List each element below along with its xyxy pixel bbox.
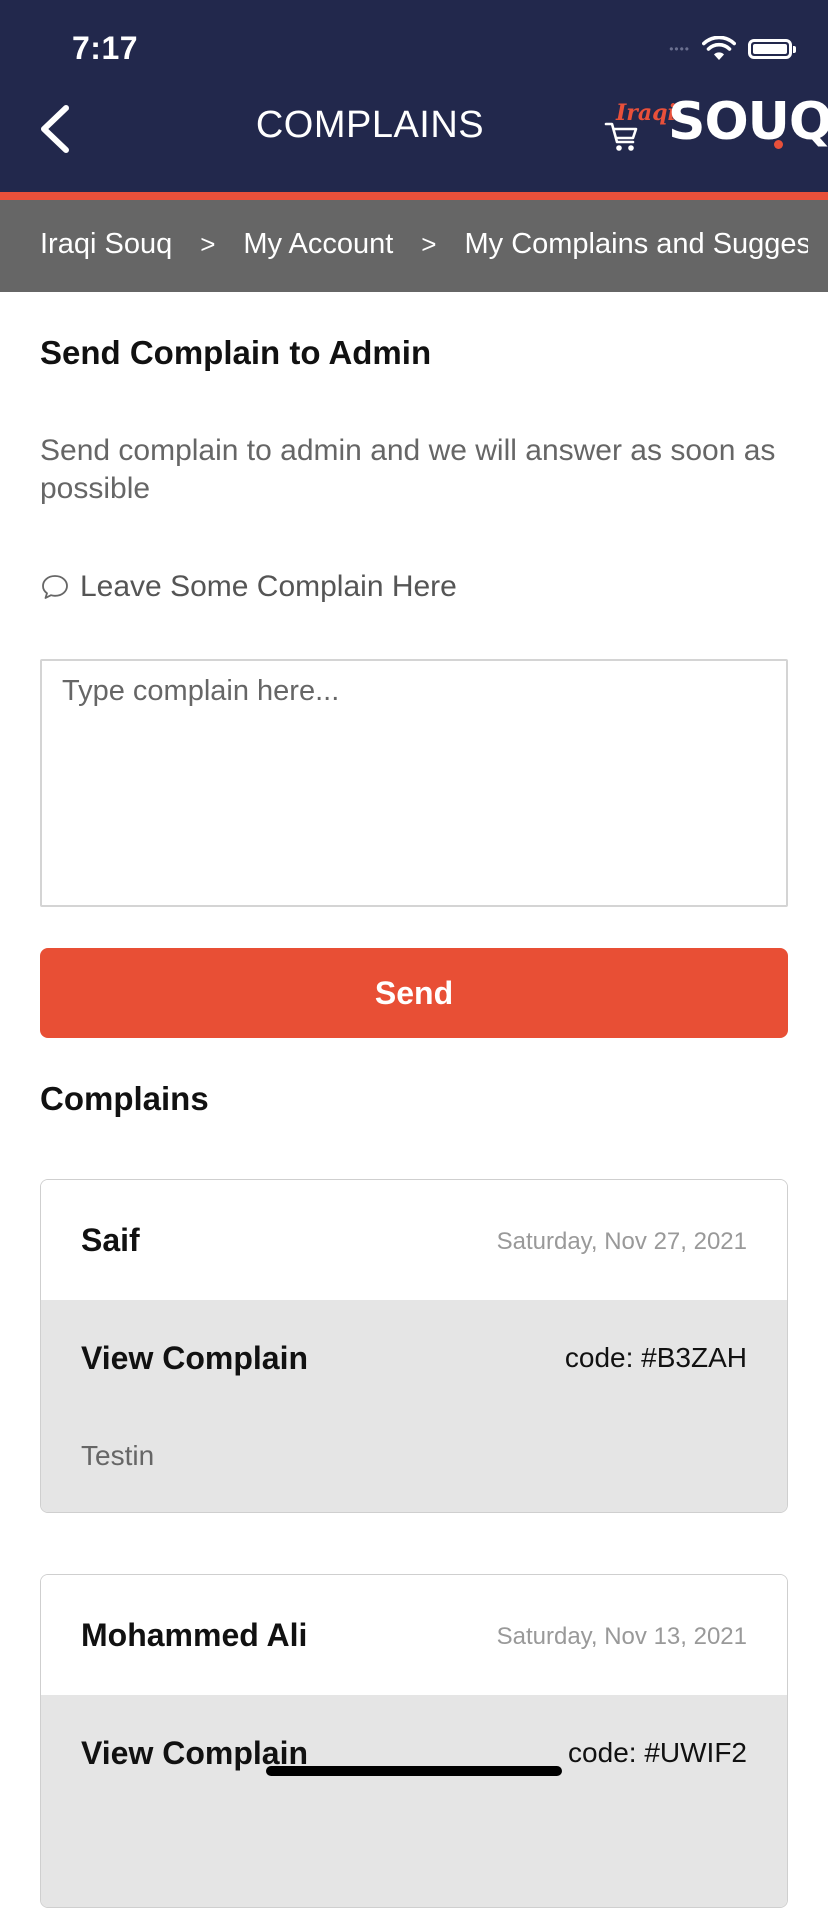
logo-prefix: Iraqi bbox=[616, 100, 676, 126]
breadcrumb: Iraqi Souq > My Account > My Complains and S… bbox=[0, 200, 828, 292]
breadcrumb-separator: > bbox=[421, 229, 437, 259]
complain-card-header: Saif Saturday, Nov 27, 2021 bbox=[41, 1180, 787, 1300]
logo-name: SOUQ bbox=[668, 92, 828, 152]
complain-date: Saturday, Nov 27, 2021 bbox=[496, 1228, 747, 1255]
logo-dot bbox=[774, 140, 783, 149]
send-complain-title: Send Complain to Admin bbox=[40, 334, 432, 371]
status-time: 7:17 bbox=[72, 30, 139, 66]
complains-list-title: Complains bbox=[40, 1080, 209, 1117]
complain-card: Mohammed Ali Saturday, Nov 13, 2021 View… bbox=[40, 1574, 788, 1908]
send-button[interactable]: Send bbox=[40, 948, 788, 1038]
chat-bubble-icon bbox=[42, 575, 68, 599]
breadcrumb-item-account[interactable]: My Account bbox=[243, 228, 393, 261]
complain-code: code: #B3ZAH bbox=[564, 1342, 747, 1373]
send-complain-description: Send complain to admin and we will answe… bbox=[40, 434, 776, 505]
wifi-icon bbox=[702, 36, 736, 60]
status-icons: •••• bbox=[669, 36, 796, 62]
header-accent-bar bbox=[0, 192, 828, 200]
complain-code: code: #UWIF2 bbox=[568, 1737, 747, 1768]
breadcrumb-item-complains[interactable]: My Complains and Suggestions bbox=[464, 228, 808, 261]
complain-date: Saturday, Nov 13, 2021 bbox=[496, 1623, 747, 1650]
leave-complain-text: Leave Some Complain Here bbox=[80, 570, 457, 603]
battery-icon bbox=[748, 39, 796, 59]
complain-text: Testin bbox=[81, 1440, 155, 1471]
complain-card: Saif Saturday, Nov 27, 2021 View Complai… bbox=[40, 1179, 788, 1513]
complain-author: Saif bbox=[81, 1222, 140, 1258]
leave-complain-label: Leave Some Complain Here bbox=[40, 570, 457, 604]
complain-card-body: View Complain code: #UWIF2 bbox=[41, 1695, 787, 1907]
app-header: 7:17 •••• COMPLAINS Iraqi SOUQ bbox=[0, 0, 828, 192]
complain-card-body: View Complain code: #B3ZAH Testin bbox=[41, 1300, 787, 1512]
cellular-signal-icon: •••• bbox=[669, 42, 690, 56]
breadcrumb-item-home[interactable]: Iraqi Souq bbox=[40, 228, 172, 261]
complain-author: Mohammed Ali bbox=[81, 1617, 308, 1653]
breadcrumb-separator: > bbox=[200, 229, 216, 259]
complain-card-header: Mohammed Ali Saturday, Nov 13, 2021 bbox=[41, 1575, 787, 1695]
view-complain-link[interactable]: View Complain bbox=[81, 1340, 308, 1377]
complain-input[interactable] bbox=[40, 659, 788, 907]
home-indicator[interactable] bbox=[266, 1766, 562, 1776]
iraqi-souq-logo[interactable]: Iraqi SOUQ bbox=[604, 92, 828, 160]
